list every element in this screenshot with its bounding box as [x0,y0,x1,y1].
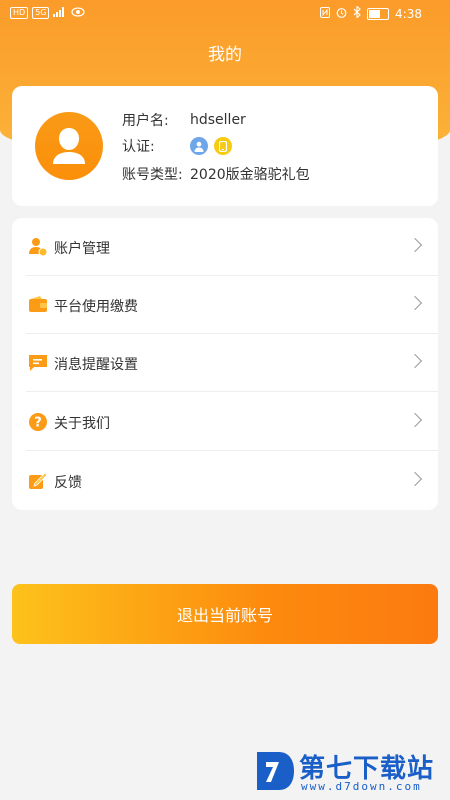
cert-row: 认证: [122,136,238,156]
status-bar: HD 5G 4:38 [0,0,450,28]
cert-label: 认证: [122,139,155,155]
menu-label-message-settings: 消息提醒设置 [54,357,138,373]
menu-item-feedback[interactable]: 反馈 [12,452,438,510]
menu-label-feedback: 反馈 [54,475,82,491]
profile-card: 用户名: hdseller 认证: 账号类型: 2020版金骆驼礼包 [12,86,438,206]
question-icon: ? [28,412,48,432]
hd-badge: HD [10,7,29,19]
username-label: 用户名: [122,113,169,129]
menu-item-platform-fee[interactable]: 平台使用缴费 [12,276,438,334]
person-cert-icon [190,137,208,155]
account-type-value: 2020版金骆驼礼包 [190,167,310,183]
phone-cert-icon [214,137,232,155]
d7-logo-icon [257,752,294,790]
chevron-right-icon [407,471,423,487]
avatar[interactable] [35,112,103,180]
menu-item-message-settings[interactable]: 消息提醒设置 [12,334,438,392]
account-manage-icon [28,237,48,257]
alarm-icon [336,7,347,21]
user-avatar-icon [53,128,85,164]
account-type-label: 账号类型: [122,167,183,183]
chevron-right-icon [407,412,423,428]
svg-text:?: ? [34,416,42,431]
divider [26,391,438,392]
battery-icon [367,7,390,20]
network-badge: 5G [32,7,50,19]
menu-label-account-manage: 账户管理 [54,241,110,257]
eye-icon [71,6,86,20]
username-value: hdseller [190,112,246,128]
chevron-right-icon [407,295,423,311]
bluetooth-icon [353,5,361,21]
nfc-icon [320,6,331,21]
divider [26,450,438,451]
chevron-right-icon [407,237,423,253]
message-icon [28,353,48,373]
status-time: 4:38 [395,6,422,21]
page-title: 我的 [208,45,242,65]
wallet-icon [28,295,48,315]
menu-label-about-us: 关于我们 [54,416,110,432]
watermark-url: www.d7down.com [301,780,422,793]
watermark: 第七下载站 www.d7down.com [255,746,445,796]
logout-button[interactable]: 退出当前账号 [12,584,438,644]
menu-item-account-manage[interactable]: 账户管理 [12,218,438,276]
menu-list: 账户管理 平台使用缴费 消息提醒设置 ? 关于我们 反馈 [12,218,438,510]
account-type-row: 账号类型: 2020版金骆驼礼包 [122,164,310,184]
username-row: 用户名: hdseller [122,110,246,130]
feedback-icon [28,471,48,491]
menu-item-about-us[interactable]: ? 关于我们 [12,393,438,451]
signal-icon [53,6,67,20]
chevron-right-icon [407,353,423,369]
menu-label-platform-fee: 平台使用缴费 [54,299,138,315]
